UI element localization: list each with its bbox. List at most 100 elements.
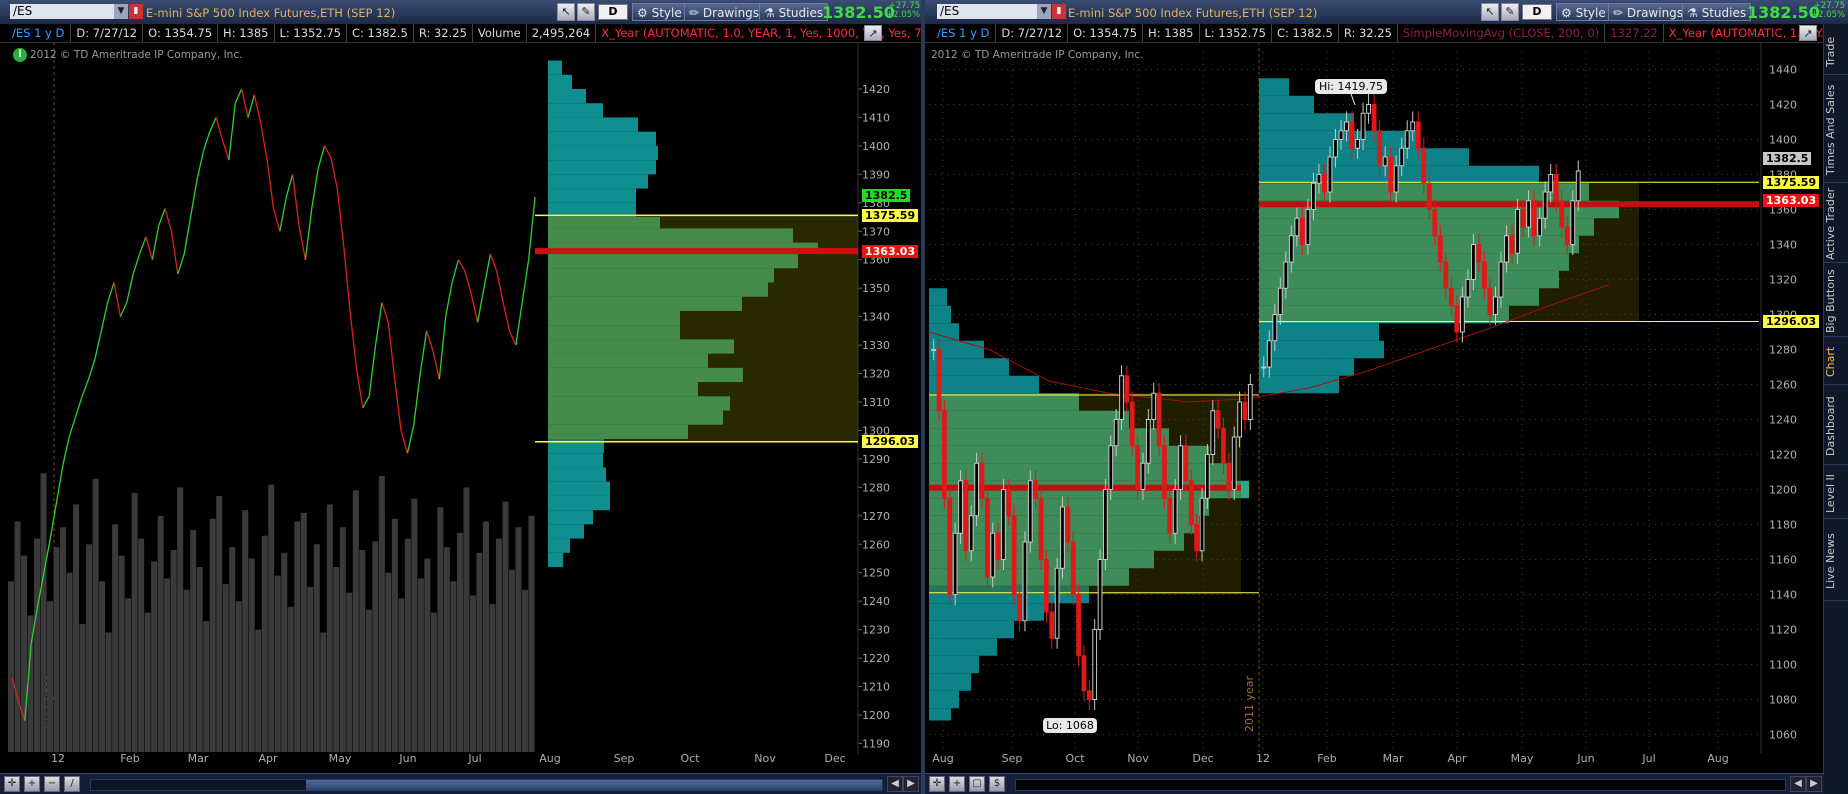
chart-settings-icon[interactable]: ↗ [1799, 25, 1817, 41]
volume-profile-bar-2011 [929, 708, 951, 721]
side-tab-trade[interactable]: Trade [1824, 30, 1848, 75]
side-tab-chart[interactable]: Chart [1824, 340, 1848, 385]
candle-body [1542, 191, 1548, 219]
aggregation-button[interactable]: D [1522, 4, 1552, 20]
price-chart-left[interactable]: 1190 1200 1210 1220 1230 1240 1250 1260 1270 1280… [0, 42, 921, 772]
y-axis-tick-label: 1260 [1769, 379, 1797, 392]
volume-bar [131, 493, 138, 752]
volume-bar [268, 484, 275, 752]
y-axis-tick-label: 1140 [1769, 589, 1797, 602]
price-line-segment [228, 103, 236, 161]
candle-body [1135, 445, 1140, 490]
scroll-left-icon[interactable]: ◀ [1790, 776, 1806, 792]
candle-body [1156, 392, 1162, 447]
drawings-menu-button[interactable]: ✏ Drawings [684, 3, 765, 21]
crosshair-icon[interactable]: ✛ [929, 776, 945, 792]
price-line-segment [164, 208, 173, 232]
candle-body [1226, 462, 1232, 490]
study-label-sma[interactable]: SimpleMovingAvg (CLOSE, 200, 0) [1396, 24, 1604, 42]
side-tab-live-news[interactable]: Live News [1824, 522, 1848, 601]
price-line-segment [253, 94, 262, 124]
volume-bar [190, 530, 197, 752]
price-line-segment [457, 259, 466, 272]
price-line-segment [515, 302, 523, 346]
side-tab-level-ii[interactable]: Level II [1824, 468, 1848, 519]
quote-high: H: 1385 [217, 24, 273, 42]
volume-bar [261, 535, 268, 752]
volume-profile-bar-2011 [929, 375, 1039, 394]
wrench-icon[interactable]: ✎ [1501, 3, 1519, 21]
style-menu-button[interactable]: ⚙ Style [632, 3, 687, 21]
volume-bar [404, 538, 411, 752]
x-axis-tick-label: Nov [754, 752, 776, 765]
scrollbar-thumb[interactable] [306, 780, 882, 790]
price-chart-right[interactable]: 1060 1080 1100 1120 1140 1160 1180 1200 1220 1240… [925, 42, 1824, 772]
time-scrollbar[interactable] [1015, 779, 1786, 791]
dollar-icon[interactable]: $ [989, 776, 1005, 792]
side-tab-times-and-sales[interactable]: Times And Sales [1824, 78, 1848, 183]
high-callout-pointer [1350, 93, 1356, 106]
price-line-segment [158, 208, 166, 226]
volume-bar [326, 504, 333, 752]
y-axis-tick-label: 1240 [862, 595, 890, 608]
price-line-segment [483, 253, 491, 289]
zoom-in-icon[interactable]: + [949, 776, 965, 792]
volume-bar [443, 547, 450, 752]
zoom-in-icon[interactable]: + [24, 776, 40, 792]
y-axis-tick-label: 1200 [1769, 484, 1797, 497]
price-line-segment [521, 259, 530, 303]
price-line-segment [260, 123, 268, 161]
candle-body [1382, 156, 1388, 167]
studies-menu-button[interactable]: ⚗ Studies [1682, 3, 1752, 21]
info-icon[interactable]: i [13, 48, 27, 62]
style-menu-button[interactable]: ⚙ Style [1556, 3, 1611, 21]
cursor-tool-icon[interactable]: ↖ [1481, 3, 1499, 21]
price-line-segment [374, 302, 383, 346]
volume-bar [274, 575, 281, 752]
side-tab-active-trader[interactable]: Active Trader [1824, 186, 1848, 263]
crosshair-icon[interactable]: ✛ [4, 776, 20, 792]
candle-body [1487, 287, 1493, 315]
scroll-right-icon[interactable]: ▶ [1806, 776, 1822, 792]
quote-symbol: /ES 1 y D [12, 26, 65, 40]
drawings-menu-button[interactable]: ✏ Drawings [1608, 3, 1689, 21]
pencil-icon: ✏ [1613, 6, 1624, 20]
candle-body [979, 462, 985, 499]
zoom-box-icon[interactable]: ▢ [969, 776, 985, 792]
aggregation-button[interactable]: D [598, 4, 628, 20]
symbol-input[interactable]: /ES [10, 4, 124, 19]
studies-menu-button[interactable]: ⚗ Studies [759, 3, 829, 21]
price-line-segment [266, 160, 275, 209]
time-scrollbar[interactable] [90, 779, 883, 791]
volume-bar [242, 510, 249, 752]
volume-bar [372, 541, 379, 752]
candle-body [1482, 261, 1487, 289]
zoom-out-icon[interactable]: − [44, 776, 60, 792]
copyright-text: 2012 © TD Ameritrade IP Company, Inc. [30, 49, 243, 61]
price-line-segment [279, 197, 287, 232]
side-tab-big-buttons[interactable]: Big Buttons [1824, 266, 1848, 337]
price-line-segment [304, 208, 313, 260]
symbol-input[interactable]: /ES [937, 4, 1041, 19]
y-axis-tick-label: 1400 [1769, 134, 1797, 147]
candle-body [1493, 296, 1498, 315]
cursor-tool-icon[interactable]: ↖ [557, 3, 575, 21]
symbol-link-icon[interactable]: ▮ [129, 4, 143, 19]
symbol-link-icon[interactable]: ▮ [1052, 4, 1066, 19]
symbol-dropdown-icon[interactable]: ▼ [114, 4, 128, 19]
chart-settings-icon[interactable]: ↗ [864, 25, 882, 41]
drawing-line-icon[interactable]: / [64, 776, 80, 792]
value-area-low-tag: 1296.03 [1763, 314, 1820, 328]
candle-body [1526, 200, 1532, 228]
candle-body [984, 497, 990, 578]
volume-bar [60, 527, 67, 752]
price-line-segment [100, 302, 109, 332]
scroll-right-icon[interactable]: ▶ [903, 776, 919, 792]
candle-body [952, 532, 958, 595]
side-tab-dashboard[interactable]: Dashboard [1824, 388, 1848, 465]
symbol-dropdown-icon[interactable]: ▼ [1037, 4, 1051, 19]
wrench-icon[interactable]: ✎ [577, 3, 595, 21]
price-line-segment [132, 253, 141, 275]
scroll-left-icon[interactable]: ◀ [887, 776, 903, 792]
volume-profile-bar-2012 [1259, 148, 1469, 166]
